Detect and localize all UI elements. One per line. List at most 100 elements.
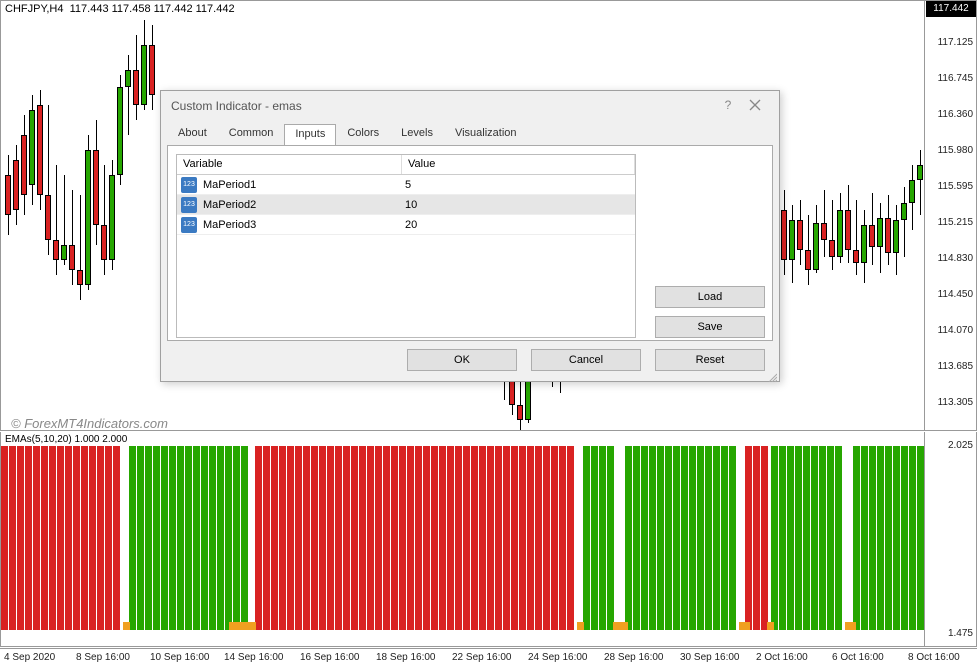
indicator-bar [657, 446, 664, 630]
indicator-bar [25, 446, 32, 630]
indicator-bar [311, 446, 318, 630]
indicator-bar [673, 446, 680, 630]
indicator-bar [665, 446, 672, 630]
time-tick: 8 Oct 16:00 [908, 652, 960, 663]
indicator-small-bar [249, 622, 256, 630]
indicator-bar [771, 446, 778, 630]
input-variable: MaPeriod2 [201, 199, 401, 211]
price-tick: 114.830 [938, 253, 973, 264]
indicator-bar [479, 446, 486, 630]
indicator-bar [73, 446, 80, 630]
indicator-bar [81, 446, 88, 630]
indicator-bar [463, 446, 470, 630]
indicator-bar [327, 446, 334, 630]
resize-grip-icon[interactable] [767, 369, 777, 379]
indicator-bar [779, 446, 786, 630]
input-row[interactable]: 123MaPeriod320 [177, 215, 635, 235]
chart-symbol-label: CHFJPY,H4 117.443 117.458 117.442 117.44… [5, 3, 235, 15]
input-row[interactable]: 123 MaPeriod210 [177, 195, 635, 215]
indicator-bar [57, 446, 64, 630]
indicator-bar [697, 446, 704, 630]
indicator-bar [343, 446, 350, 630]
close-icon[interactable] [749, 98, 767, 116]
indicator-bar [633, 446, 640, 630]
indicator-bar [113, 446, 120, 630]
help-button[interactable]: ? [719, 98, 737, 116]
indicator-subwindow[interactable]: EMAs(5,10,20) 1.000 2.000 [0, 432, 925, 647]
indicator-bar [853, 446, 860, 630]
indicator-bar [423, 446, 430, 630]
watermark-text: © ForexMT4Indicators.com [11, 416, 168, 431]
indicator-bar [861, 446, 868, 630]
input-variable: MaPeriod1 [201, 179, 401, 191]
indicator-bar [803, 446, 810, 630]
indicator-small-bar [123, 622, 130, 630]
indicator-bar [901, 446, 908, 630]
indicator-bar [193, 446, 200, 630]
indicator-bar [795, 446, 802, 630]
save-button[interactable]: Save [655, 316, 765, 338]
indicator-bar [729, 446, 736, 630]
indicator-bar [649, 446, 656, 630]
indicator-bar [279, 446, 286, 630]
indicator-bar [519, 446, 526, 630]
price-tick: 115.215 [938, 217, 973, 228]
input-value[interactable]: 5 [401, 179, 635, 191]
indicator-bar [535, 446, 542, 630]
ok-button[interactable]: OK [407, 349, 517, 371]
indicator-bar [153, 446, 160, 630]
indicator-bar [9, 446, 16, 630]
number-icon: 123 [181, 197, 197, 213]
indicator-bar [689, 446, 696, 630]
time-tick: 16 Sep 16:00 [300, 652, 360, 663]
indicator-bar [487, 446, 494, 630]
indicator-bar [869, 446, 876, 630]
indicator-value-axis: 2.0251.475 [925, 432, 977, 647]
indicator-bar [917, 446, 924, 630]
indicator-bar [209, 446, 216, 630]
price-tick: 114.450 [938, 289, 973, 300]
input-value[interactable]: 10 [401, 199, 635, 211]
indicator-bar [641, 446, 648, 630]
indicator-bar [375, 446, 382, 630]
indicator-bar [495, 446, 502, 630]
cancel-button[interactable]: Cancel [531, 349, 641, 371]
indicator-bar [439, 446, 446, 630]
indicator-bar [41, 446, 48, 630]
indicator-bar [811, 446, 818, 630]
tab-common[interactable]: Common [218, 123, 285, 145]
load-button[interactable]: Load [655, 286, 765, 308]
time-tick: 6 Oct 16:00 [832, 652, 884, 663]
indicator-bar [431, 446, 438, 630]
inputs-grid[interactable]: Variable Value 123MaPeriod15123MaPeriod2… [176, 154, 636, 338]
time-tick: 18 Sep 16:00 [376, 652, 436, 663]
indicator-bar [543, 446, 550, 630]
indicator-small-bar [849, 622, 856, 630]
indicator-bar [97, 446, 104, 630]
reset-button[interactable]: Reset [655, 349, 765, 371]
tab-levels[interactable]: Levels [390, 123, 444, 145]
indicator-bar [893, 446, 900, 630]
indicator-bar [217, 446, 224, 630]
indicator-bar [161, 446, 168, 630]
indicator-bar [721, 446, 728, 630]
indicator-tick: 1.475 [948, 628, 973, 639]
indicator-bar [787, 446, 794, 630]
indicator-bar [567, 446, 574, 630]
tab-visualization[interactable]: Visualization [444, 123, 528, 145]
indicator-bar [129, 446, 136, 630]
indicator-bar [705, 446, 712, 630]
indicator-bar [359, 446, 366, 630]
indicator-bar [137, 446, 144, 630]
number-icon: 123 [181, 217, 197, 233]
input-row[interactable]: 123MaPeriod15 [177, 175, 635, 195]
tab-inputs[interactable]: Inputs [284, 124, 336, 146]
input-value[interactable]: 20 [401, 219, 635, 231]
indicator-bar [319, 446, 326, 630]
tab-colors[interactable]: Colors [336, 123, 390, 145]
indicator-bar [399, 446, 406, 630]
indicator-bar [761, 446, 768, 630]
indicator-bar [303, 446, 310, 630]
tab-about[interactable]: About [167, 123, 218, 145]
indicator-bar [383, 446, 390, 630]
